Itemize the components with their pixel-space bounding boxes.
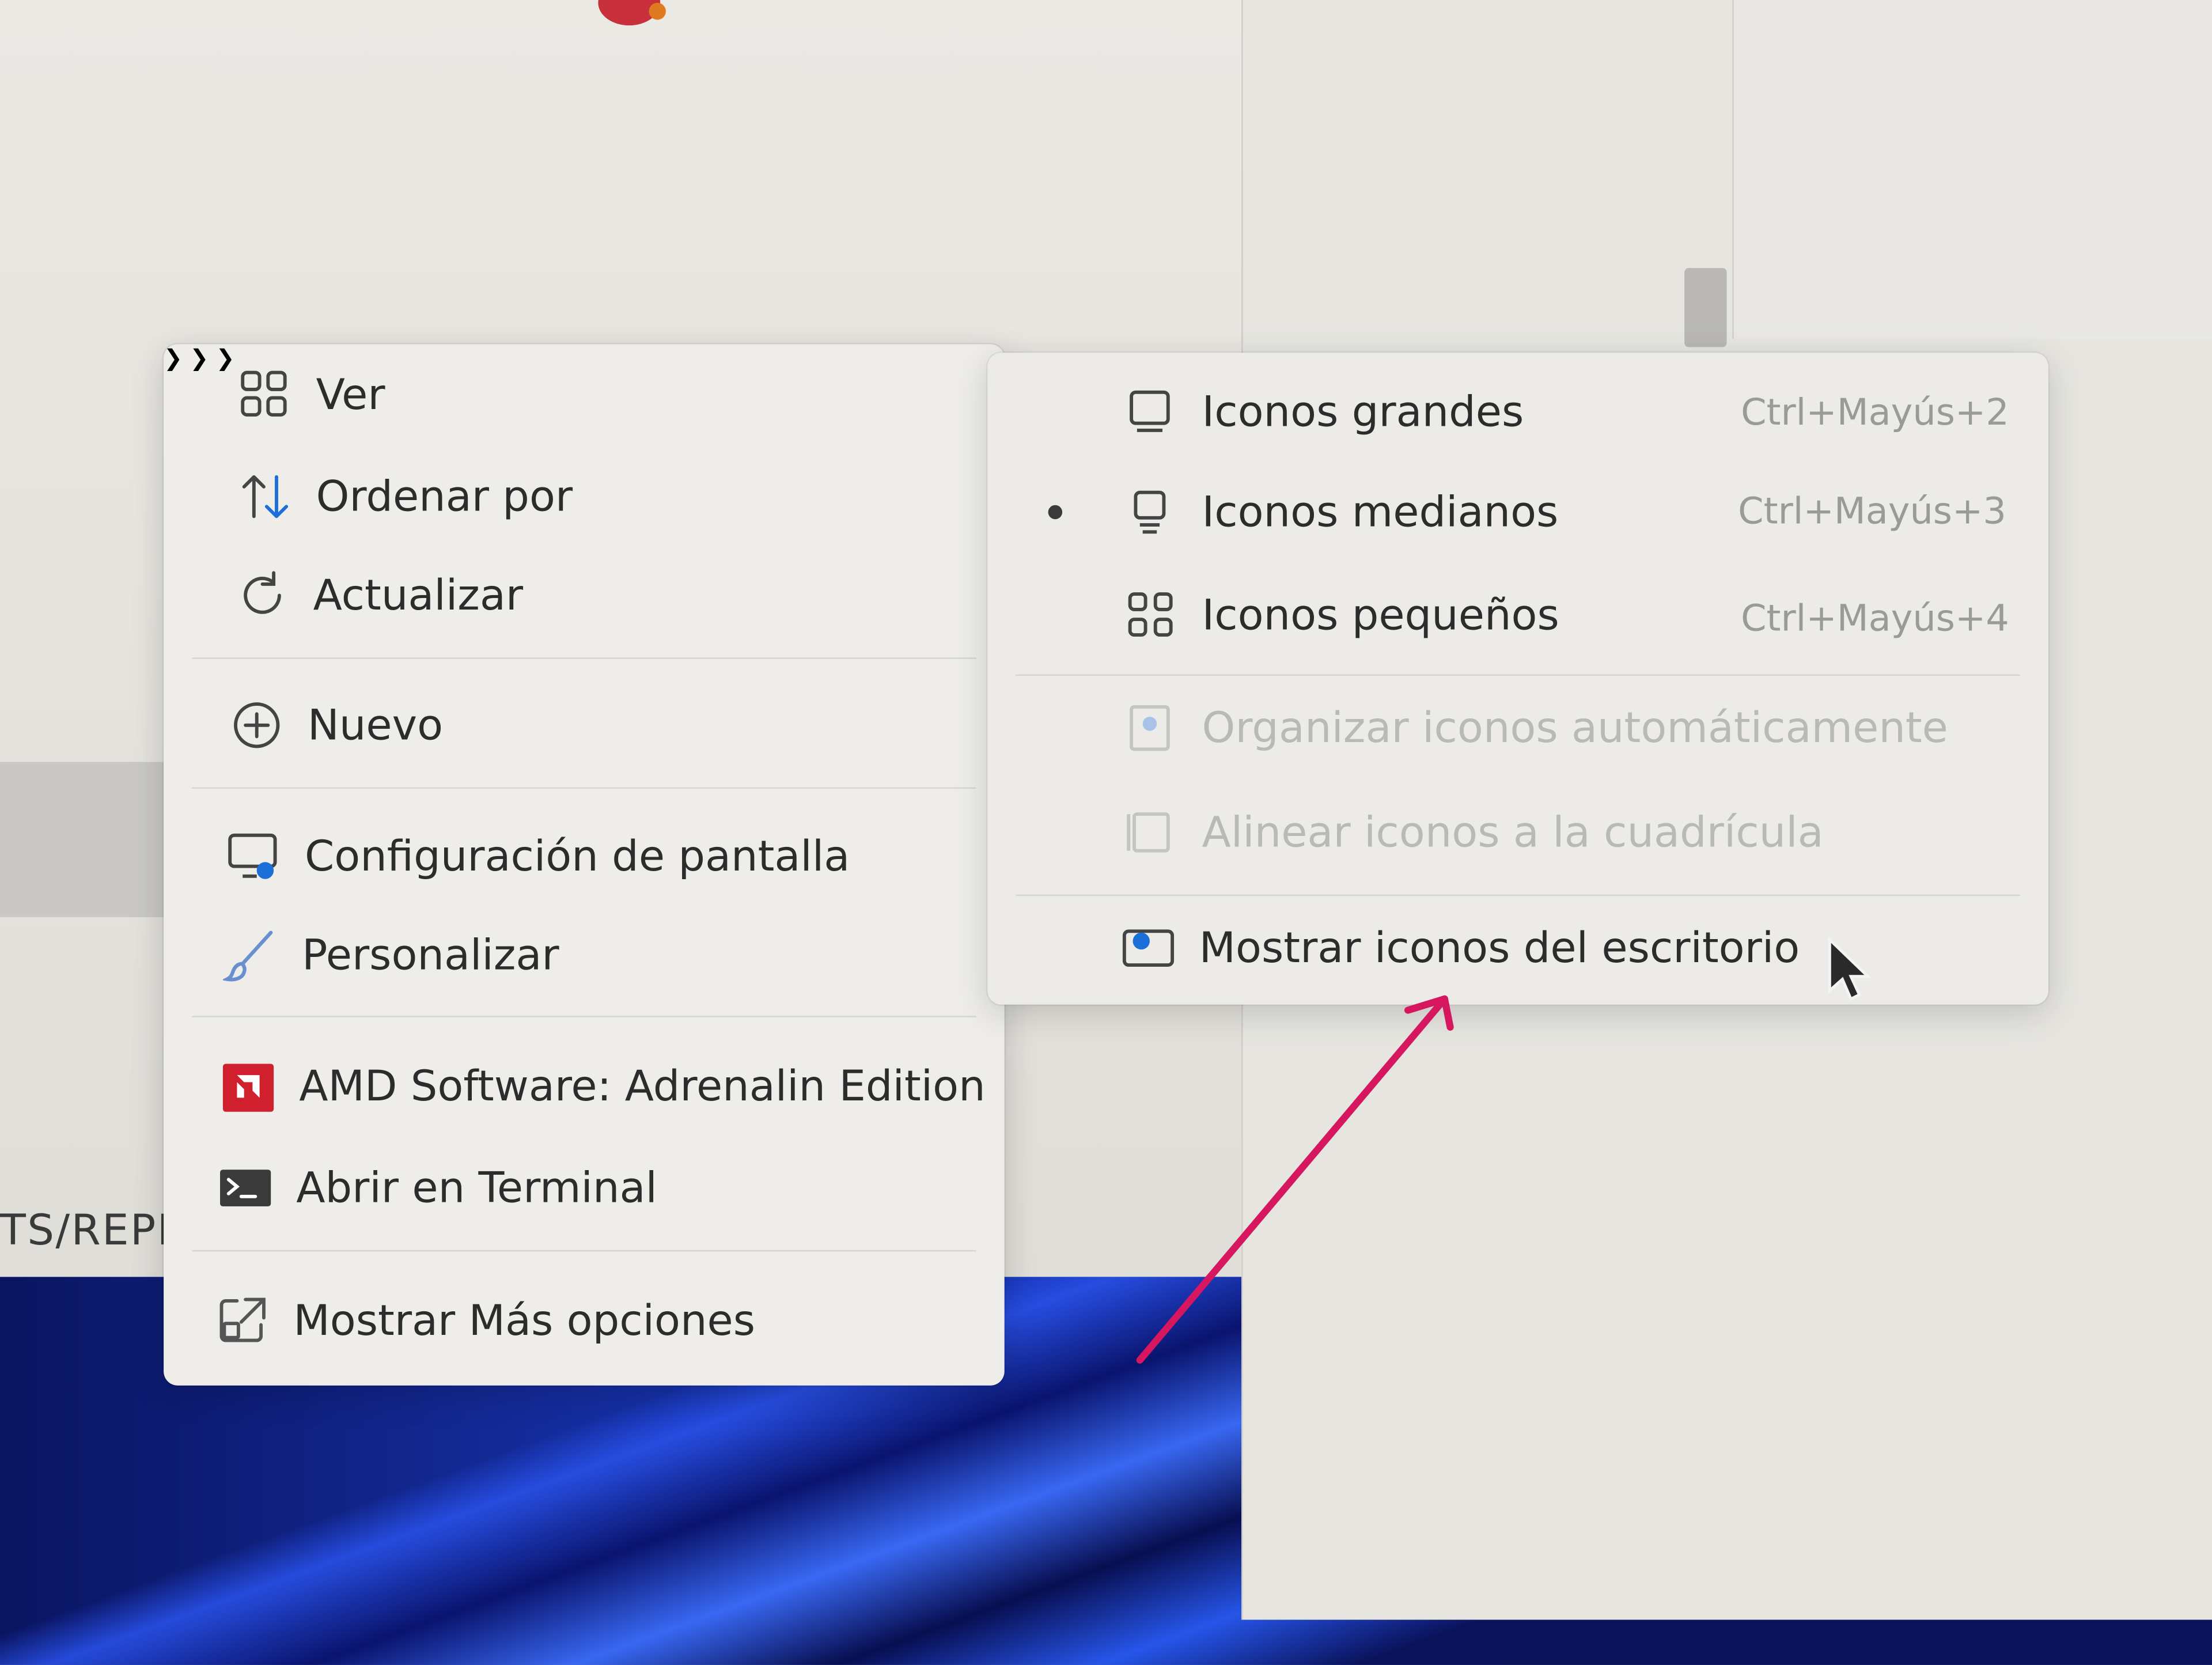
mouse-cursor-icon (1828, 937, 1872, 1001)
screenshot-scene: TS/REPI Ver ❯ Ordenar por ❯ Actualizar N… (0, 0, 2212, 1665)
annotation-arrow-icon (1136, 995, 1454, 1364)
